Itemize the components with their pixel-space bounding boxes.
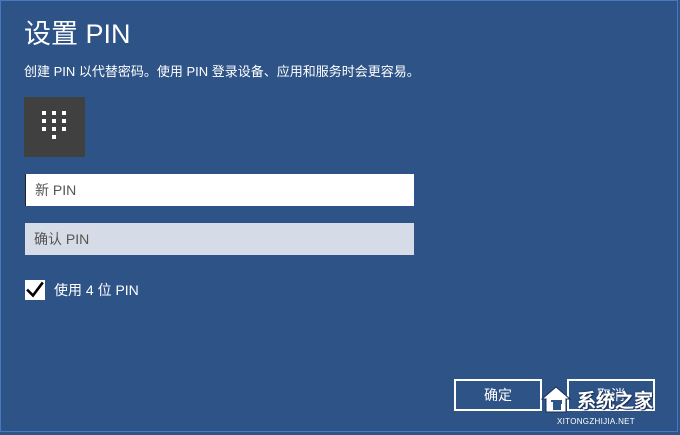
use-4-digit-pin-option[interactable]: 使用 4 位 PIN <box>25 279 139 301</box>
watermark-url: XITONGZHIJIA.NET <box>557 417 635 426</box>
confirm-pin-input[interactable] <box>25 223 414 255</box>
watermark-name: 系统之家 <box>576 390 653 412</box>
page-title: 设置 PIN <box>24 19 131 49</box>
keypad-icon <box>42 111 66 139</box>
dialog-subtitle: 创建 PIN 以代替密码。使用 PIN 登录设备、应用和服务时会更容易。 <box>24 64 420 79</box>
set-pin-dialog: 设置 PIN 创建 PIN 以代替密码。使用 PIN 登录设备、应用和服务时会更… <box>0 0 678 432</box>
checkmark-icon <box>26 281 44 298</box>
new-pin-input[interactable] <box>25 174 414 206</box>
use-4-digit-pin-checkbox[interactable] <box>25 280 45 300</box>
use-4-digit-pin-label: 使用 4 位 PIN <box>54 282 139 298</box>
keypad-tile <box>24 97 85 157</box>
watermark: 系统之家 XITONGZHIJIA.NET <box>511 382 680 435</box>
watermark-logo-icon <box>540 386 572 413</box>
